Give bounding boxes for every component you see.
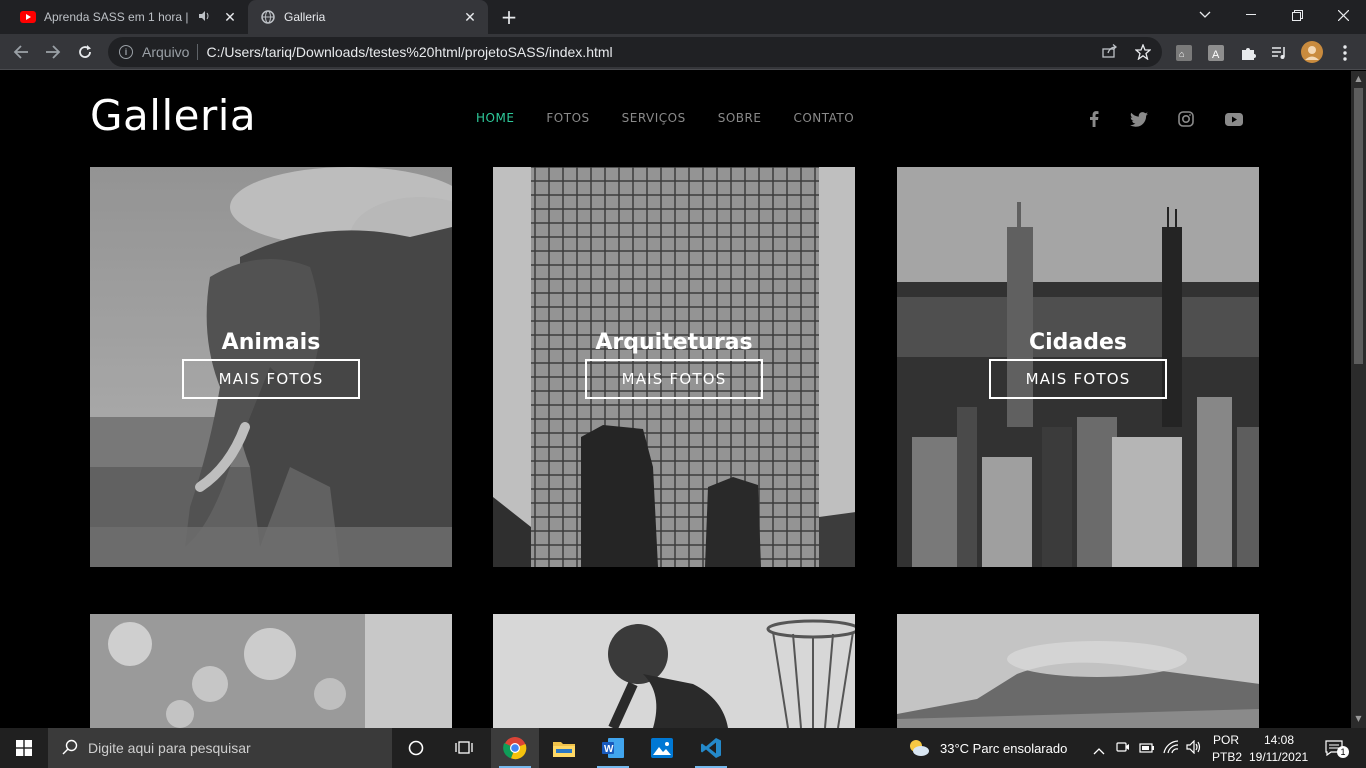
- search-icon: [62, 739, 78, 758]
- windows-start-icon[interactable]: [0, 728, 48, 768]
- volume-icon[interactable]: [1186, 739, 1202, 759]
- clock-time[interactable]: 14:08: [1264, 733, 1294, 747]
- photos-icon[interactable]: [638, 728, 686, 768]
- info-icon[interactable]: i: [119, 45, 133, 59]
- card-title: Cidades: [1028, 330, 1128, 355]
- word-icon[interactable]: W: [589, 728, 637, 768]
- mais-fotos-button[interactable]: MAIS FOTOS: [585, 359, 763, 399]
- tab-title: Aprenda SASS em 1 hora | Cu: [44, 10, 192, 24]
- scroll-thumb[interactable]: [1354, 88, 1363, 364]
- card-title: Arquiteturas: [595, 330, 753, 355]
- basketball-photo: [493, 614, 855, 728]
- gallery-card-mountain[interactable]: [897, 614, 1259, 728]
- minimize-icon[interactable]: [1228, 0, 1274, 30]
- taskbar: Digite aqui para pesquisar W 33°C Parc e…: [0, 728, 1366, 768]
- profile-avatar[interactable]: [1301, 41, 1323, 63]
- gallery-card-bokeh[interactable]: [90, 614, 452, 728]
- scroll-up-icon[interactable]: ▲: [1354, 74, 1363, 83]
- tab-galleria[interactable]: Galleria ✕: [248, 0, 488, 34]
- task-view-icon[interactable]: [440, 728, 488, 768]
- nav-fotos[interactable]: FOTOS: [546, 111, 589, 125]
- scroll-down-icon[interactable]: ▼: [1354, 714, 1363, 723]
- page-scrollbar[interactable]: ▲ ▼: [1351, 71, 1366, 728]
- extensions-puzzle-icon[interactable]: [1239, 44, 1257, 62]
- cortana-icon[interactable]: [392, 728, 440, 768]
- gallery-card-cidades[interactable]: Cidades MAIS FOTOS: [897, 167, 1259, 567]
- gallery-card-animais[interactable]: Animais MAIS FOTOS: [90, 167, 452, 567]
- gallery-card-arquiteturas[interactable]: Arquiteturas MAIS FOTOS: [493, 167, 855, 567]
- vscode-icon[interactable]: [687, 728, 735, 768]
- clock-date[interactable]: 19/11/2021: [1249, 750, 1308, 764]
- battery-icon[interactable]: [1139, 741, 1155, 759]
- speaker-icon[interactable]: [198, 10, 214, 25]
- nav-contato[interactable]: CONTATO: [793, 111, 854, 125]
- weather-text[interactable]: 33°C Parc ensolarado: [940, 741, 1067, 756]
- notification-count: 1: [1337, 746, 1349, 758]
- weather-icon[interactable]: [908, 738, 930, 763]
- language-bottom[interactable]: PTB2: [1212, 750, 1242, 764]
- chrome-taskbar-icon[interactable]: [491, 728, 539, 768]
- translate-extension-icon[interactable]: A: [1207, 44, 1225, 62]
- wifi-icon[interactable]: [1163, 740, 1179, 759]
- bookmark-star-icon[interactable]: [1134, 43, 1152, 63]
- globe-icon: [260, 9, 276, 25]
- mais-fotos-button[interactable]: MAIS FOTOS: [989, 359, 1167, 399]
- site-logo[interactable]: Galleria: [90, 91, 256, 140]
- forward-icon[interactable]: [40, 40, 66, 64]
- url-text[interactable]: C:/Users/tariq/Downloads/testes%20html/p…: [206, 44, 612, 60]
- back-icon[interactable]: [8, 40, 34, 64]
- twitter-icon[interactable]: [1128, 108, 1150, 130]
- mountain-photo: [897, 614, 1259, 728]
- media-control-icon[interactable]: [1270, 44, 1288, 62]
- language-top[interactable]: POR: [1213, 733, 1239, 747]
- share-icon[interactable]: [1102, 44, 1118, 61]
- svg-text:W: W: [604, 744, 614, 755]
- close-tab-icon[interactable]: ✕: [460, 7, 480, 27]
- nav-servicos[interactable]: SERVIÇOS: [622, 111, 686, 125]
- close-tab-icon[interactable]: ✕: [220, 7, 240, 27]
- card-title: Animais: [221, 330, 321, 355]
- main-nav: HOME FOTOS SERVIÇOS SOBRE CONTATO: [476, 111, 886, 125]
- new-tab-button[interactable]: +: [496, 5, 522, 29]
- tab-youtube[interactable]: Aprenda SASS em 1 hora | Cu ✕: [8, 0, 248, 34]
- tab-title: Galleria: [284, 10, 326, 24]
- nav-sobre[interactable]: SOBRE: [718, 111, 762, 125]
- youtube-icon: [20, 9, 36, 25]
- chrome-menu-icon[interactable]: [1336, 44, 1354, 62]
- browser-toolbar: i Arquivo C:/Users/tariq/Downloads/teste…: [0, 34, 1366, 70]
- reload-icon[interactable]: [72, 40, 98, 64]
- chevron-up-icon[interactable]: [1093, 742, 1105, 760]
- pdf-extension-icon[interactable]: ⌂: [1175, 44, 1193, 62]
- facebook-icon[interactable]: [1083, 108, 1105, 130]
- gallery-card-basketball[interactable]: [493, 614, 855, 728]
- scheme-label: Arquivo: [142, 44, 190, 60]
- tab-search-icon[interactable]: [1182, 0, 1228, 30]
- nav-home[interactable]: HOME: [476, 111, 514, 125]
- restore-icon[interactable]: [1274, 0, 1320, 30]
- taskbar-search-input[interactable]: Digite aqui para pesquisar: [48, 728, 392, 768]
- svg-text:⌂: ⌂: [1179, 49, 1184, 59]
- meet-now-icon[interactable]: [1116, 740, 1130, 761]
- search-placeholder: Digite aqui para pesquisar: [88, 740, 251, 756]
- svg-text:A: A: [1212, 49, 1220, 61]
- tab-strip: Aprenda SASS em 1 hora | Cu ✕ Galleria ✕…: [0, 0, 1366, 34]
- bokeh-photo: [90, 614, 452, 728]
- youtube-icon[interactable]: [1223, 108, 1245, 130]
- close-window-icon[interactable]: [1320, 0, 1366, 30]
- divider: [197, 44, 199, 60]
- mais-fotos-button[interactable]: MAIS FOTOS: [182, 359, 360, 399]
- file-explorer-icon[interactable]: [540, 728, 588, 768]
- address-bar[interactable]: i Arquivo C:/Users/tariq/Downloads/teste…: [108, 37, 1162, 67]
- web-page: Galleria HOME FOTOS SERVIÇOS SOBRE CONTA…: [0, 71, 1366, 728]
- instagram-icon[interactable]: [1175, 108, 1197, 130]
